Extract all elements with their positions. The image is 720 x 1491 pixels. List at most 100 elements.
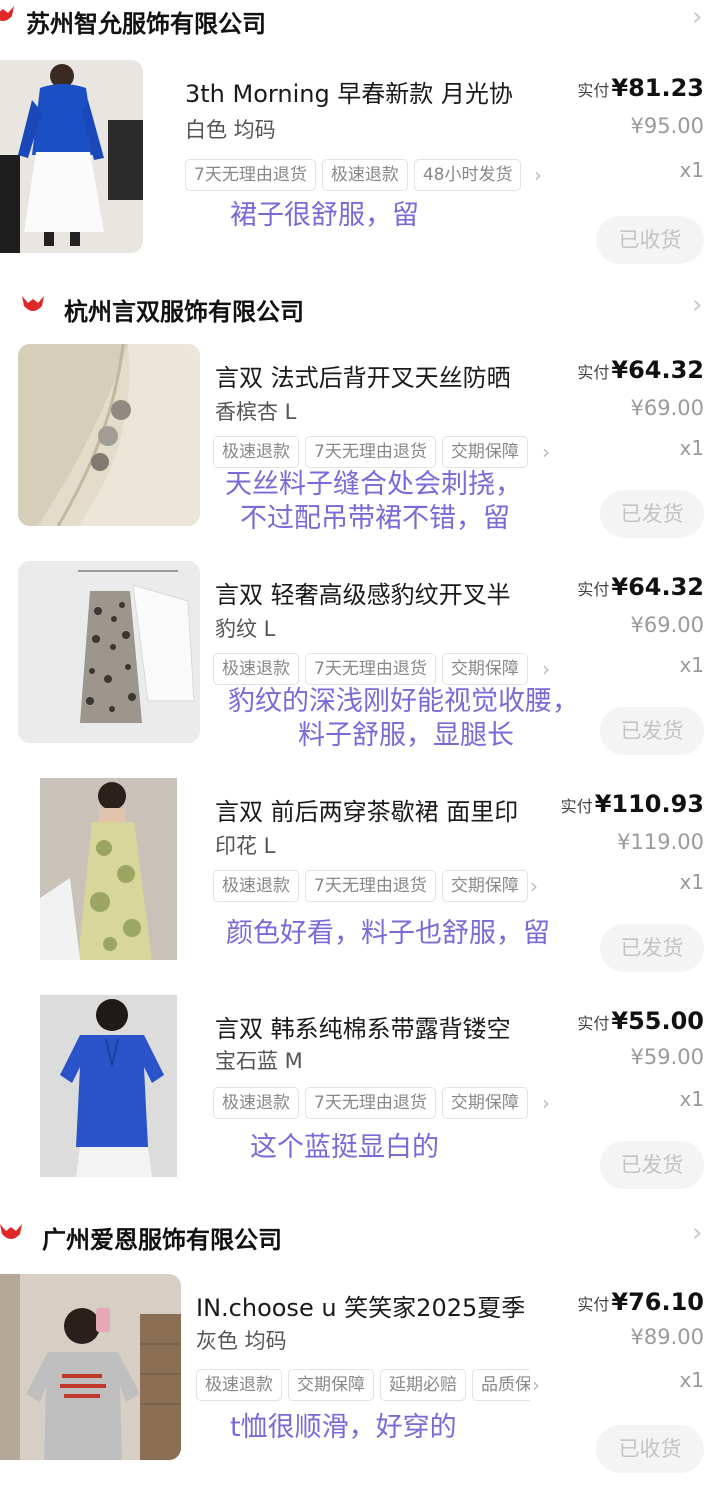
- service-tags[interactable]: 极速退款 7天无理由退货 交期保障: [213, 1087, 543, 1119]
- product-spec: 白色 均码: [185, 118, 276, 142]
- blue-shirt-white-skirt-photo: [0, 60, 143, 253]
- grey-tshirt-selfie-photo: [0, 1274, 181, 1460]
- blue-backless-top-photo: [40, 995, 177, 1177]
- quantity: x1: [679, 436, 704, 460]
- original-price: ¥69.00: [630, 396, 704, 420]
- paid-price: 实付¥81.23: [577, 74, 704, 102]
- chevron-right-icon[interactable]: ›: [540, 436, 550, 468]
- shop-header[interactable]: 广州爱恩服饰有限公司 ›: [0, 1212, 720, 1256]
- quantity: x1: [679, 653, 704, 677]
- product-image[interactable]: [40, 995, 177, 1177]
- chevron-right-icon[interactable]: ›: [540, 653, 550, 685]
- product-title[interactable]: IN.choose u 笑笑家2025夏季: [196, 1288, 556, 1323]
- product-title[interactable]: 言双 轻奢高级感豹纹开叉半: [215, 575, 565, 610]
- chevron-right-icon[interactable]: ›: [530, 1369, 540, 1401]
- service-tag: 交期保障: [288, 1369, 374, 1401]
- chevron-right-icon[interactable]: ›: [692, 1220, 702, 1246]
- service-tags[interactable]: 7天无理由退货 极速退款 48小时发货: [185, 159, 535, 191]
- service-tag: 极速退款: [213, 436, 299, 468]
- service-tag: 7天无理由退货: [305, 653, 436, 685]
- service-tag: 极速退款: [213, 1087, 299, 1119]
- order-status-button[interactable]: 已收货: [596, 1425, 704, 1473]
- shop-logo-icon: [22, 296, 44, 311]
- service-tags[interactable]: 极速退款 7天无理由退货 交期保障: [213, 436, 543, 468]
- paid-price: 实付¥64.32: [577, 573, 704, 601]
- product-spec: 灰色 均码: [196, 1329, 287, 1353]
- product-title[interactable]: 言双 法式后背开叉天丝防晒: [215, 358, 565, 393]
- service-tag: 极速退款: [196, 1369, 282, 1401]
- handwritten-note: 颜色好看，料子也舒服，留: [226, 918, 550, 949]
- shop-name: 广州爱恩服饰有限公司: [42, 1226, 282, 1254]
- product-image[interactable]: [18, 561, 200, 743]
- order-item[interactable]: 言双 法式后背开叉天丝防晒 香槟杏 L 极速退款 7天无理由退货 交期保障 › …: [0, 340, 720, 550]
- handwritten-note: 天丝料子缝合处会刺挠， 不过配吊带裙不错，留: [225, 469, 522, 534]
- service-tag: 延期必赔: [380, 1369, 466, 1401]
- product-image[interactable]: [18, 344, 200, 526]
- handwritten-note: 裙子很舒服，留: [230, 200, 419, 231]
- order-item[interactable]: 言双 前后两穿茶歇裙 面里印 印花 L 极速退款 7天无理由退货 交期保障 › …: [0, 774, 720, 984]
- chevron-right-icon[interactable]: ›: [692, 4, 702, 30]
- order-item[interactable]: IN.choose u 笑笑家2025夏季 灰色 均码 极速退款 交期保障 延期…: [0, 1270, 720, 1485]
- order-item[interactable]: 言双 轻奢高级感豹纹开叉半 豹纹 L 极速退款 7天无理由退货 交期保障 › 豹…: [0, 557, 720, 767]
- beige-fabric-buttons-photo: [18, 344, 200, 526]
- product-image[interactable]: [0, 1274, 181, 1460]
- service-tag: 交期保障: [441, 870, 528, 902]
- quantity: x1: [679, 870, 704, 894]
- product-image[interactable]: [0, 60, 143, 253]
- service-tag: 交期保障: [441, 436, 528, 468]
- service-tag: 7天无理由退货: [305, 1087, 436, 1119]
- service-tag: 48小时发货: [413, 159, 522, 191]
- product-title[interactable]: 3th Morning 早春新款 月光协: [185, 74, 560, 109]
- handwritten-note: 这个蓝挺显白的: [250, 1132, 439, 1163]
- original-price: ¥119.00: [617, 830, 704, 854]
- service-tag: 7天无理由退货: [305, 870, 436, 902]
- order-status-button[interactable]: 已发货: [600, 707, 704, 755]
- service-tags[interactable]: 极速退款 交期保障 延期必赔 品质保障: [196, 1369, 531, 1401]
- service-tag: 7天无理由退货: [185, 159, 316, 191]
- service-tag: 极速退款: [213, 653, 299, 685]
- order-status-button[interactable]: 已发货: [600, 924, 704, 972]
- service-tag: 交期保障: [441, 1087, 528, 1119]
- handwritten-note: t恤很顺滑，好穿的: [230, 1412, 457, 1443]
- service-tags[interactable]: 极速退款 7天无理由退货 交期保障: [213, 870, 531, 902]
- leopard-skirt-photo: [18, 561, 200, 743]
- shop-header[interactable]: 杭州言双服饰有限公司 ›: [0, 284, 720, 328]
- order-status-button[interactable]: 已发货: [600, 1141, 704, 1189]
- original-price: ¥95.00: [630, 114, 704, 138]
- product-spec: 印花 L: [215, 834, 276, 858]
- chevron-right-icon[interactable]: ›: [540, 1087, 550, 1119]
- shop-name: 杭州言双服饰有限公司: [64, 298, 304, 326]
- chevron-right-icon[interactable]: ›: [692, 292, 702, 318]
- service-tag: 品质保障: [472, 1369, 531, 1401]
- shop-name: 苏州智允服饰有限公司: [26, 10, 266, 38]
- floral-slip-dress-photo: [40, 778, 177, 960]
- service-tag: 极速退款: [321, 159, 408, 191]
- paid-price: 实付¥76.10: [577, 1288, 704, 1316]
- quantity: x1: [679, 1087, 704, 1111]
- product-title[interactable]: 言双 韩系纯棉系带露背镂空: [215, 1009, 565, 1044]
- service-tag: 极速退款: [213, 870, 299, 902]
- product-spec: 豹纹 L: [215, 617, 276, 641]
- shop-logo-icon: [0, 6, 14, 21]
- order-item[interactable]: 3th Morning 早春新款 月光协 白色 均码 7天无理由退货 极速退款 …: [0, 56, 720, 266]
- order-item[interactable]: 言双 韩系纯棉系带露背镂空 宝石蓝 M 极速退款 7天无理由退货 交期保障 › …: [0, 991, 720, 1201]
- order-status-button[interactable]: 已收货: [596, 216, 704, 264]
- shop-logo-icon: [0, 1224, 22, 1239]
- product-spec: 宝石蓝 M: [215, 1049, 303, 1073]
- service-tags[interactable]: 极速退款 7天无理由退货 交期保障: [213, 653, 543, 685]
- shop-header[interactable]: 苏州智允服饰有限公司 ›: [0, 0, 720, 40]
- chevron-right-icon[interactable]: ›: [532, 159, 542, 191]
- original-price: ¥59.00: [630, 1045, 704, 1069]
- product-image[interactable]: [40, 778, 177, 960]
- product-title[interactable]: 言双 前后两穿茶歇裙 面里印: [215, 792, 550, 827]
- service-tag: 7天无理由退货: [305, 436, 436, 468]
- quantity: x1: [679, 158, 704, 182]
- original-price: ¥89.00: [630, 1325, 704, 1349]
- service-tag: 交期保障: [441, 653, 528, 685]
- quantity: x1: [679, 1368, 704, 1392]
- original-price: ¥69.00: [630, 613, 704, 637]
- order-status-button[interactable]: 已发货: [600, 490, 704, 538]
- paid-price: 实付¥55.00: [577, 1007, 704, 1035]
- product-spec: 香槟杏 L: [215, 400, 297, 424]
- chevron-right-icon[interactable]: ›: [528, 870, 538, 902]
